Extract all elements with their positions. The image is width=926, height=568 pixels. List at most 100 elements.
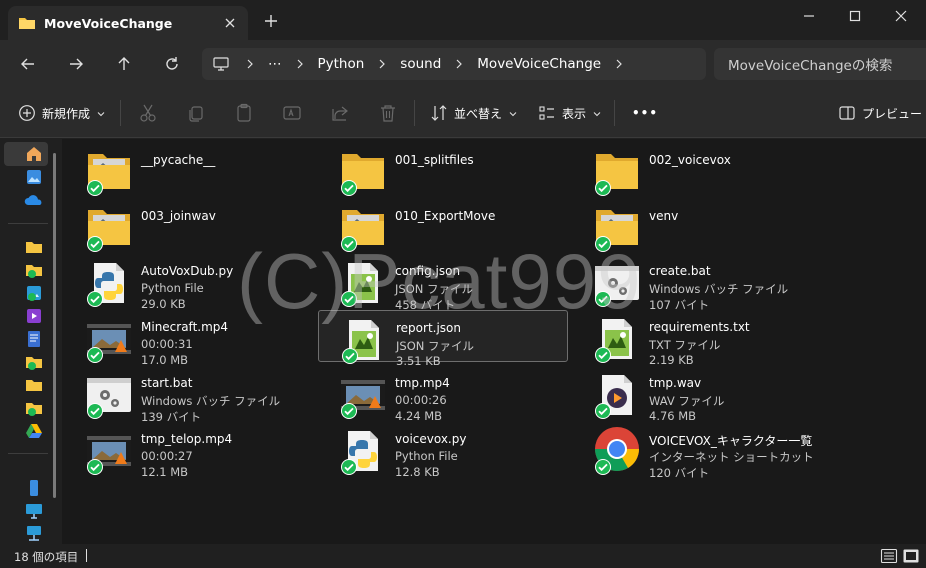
breadcrumb-overflow[interactable]: ⋯ <box>268 56 282 72</box>
file-size: 12.1 MB <box>141 465 189 479</box>
home-icon[interactable] <box>24 144 44 164</box>
title-bar: MoveVoiceChange <box>0 0 926 40</box>
sync-check-icon <box>340 290 358 308</box>
new-label: 新規作成 <box>42 106 91 121</box>
video-file-item[interactable]: Minecraft.mp4 00:00:31 17.0 MB <box>64 310 314 367</box>
command-divider <box>614 100 615 126</box>
view-list-icon <box>538 104 556 122</box>
folder-item[interactable]: 002_voicevox <box>572 143 822 196</box>
command-divider <box>414 100 415 126</box>
sync-check-icon <box>594 402 612 420</box>
file-size: 4.24 MB <box>395 409 443 423</box>
python-file-item[interactable]: voicevox.py Python File 12.8 KB <box>318 422 568 479</box>
file-name: 010_ExportMove <box>395 209 496 223</box>
tiles-view-icon[interactable] <box>902 547 920 565</box>
file-name: tmp_telop.mp4 <box>141 432 233 446</box>
sidebar-divider <box>8 223 48 224</box>
videos-icon[interactable] <box>24 306 44 326</box>
documents-icon[interactable] <box>24 329 44 349</box>
file-detail: Windows バッチ ファイル <box>141 394 281 408</box>
folder-thumb-item[interactable]: 010_ExportMove <box>318 199 568 253</box>
video-file-item[interactable]: tmp.mp4 00:00:26 4.24 MB <box>318 366 568 423</box>
json-file-item[interactable]: report.json JSON ファイル 3.51 KB <box>318 310 568 368</box>
minimize-icon[interactable] <box>786 0 832 32</box>
chrome-shortcut-item[interactable]: VOICEVOX_キャラクター一覧 インターネット ショートカット 120 バイト <box>572 422 822 480</box>
file-size: 4.76 MB <box>649 409 697 423</box>
text-file-item[interactable]: requirements.txt TXT ファイル 2.19 KB <box>572 310 822 367</box>
onedrive-cloud-icon[interactable] <box>24 190 44 210</box>
preview-label: プレビュー <box>862 106 923 121</box>
sync-check-icon <box>86 402 104 420</box>
preview-pane-icon <box>838 104 856 122</box>
file-detail: WAV ファイル <box>649 394 725 408</box>
plus-icon[interactable] <box>262 12 280 30</box>
search-input[interactable]: MoveVoiceChangeの検索 <box>714 48 926 80</box>
folder-thumb-item[interactable]: venv <box>572 199 822 252</box>
file-name: start.bat <box>141 376 193 390</box>
folder-item[interactable]: 001_splitfiles <box>318 143 568 196</box>
address-bar[interactable]: ⋯ Python sound MoveVoiceChange <box>202 48 706 80</box>
sync-check-icon <box>86 458 104 476</box>
file-name: __pycache__ <box>141 153 216 167</box>
sidebar-scrollbar[interactable] <box>53 153 56 498</box>
share-icon[interactable] <box>328 101 352 125</box>
sync-check-icon <box>594 458 612 476</box>
file-name: report.json <box>396 321 461 335</box>
file-size: 17.0 MB <box>141 353 189 367</box>
breadcrumb-sound[interactable]: sound <box>400 56 441 72</box>
pictures-icon[interactable] <box>24 283 44 303</box>
python-file-item[interactable]: AutoVoxDub.py Python File 29.0 KB <box>64 254 314 311</box>
refresh-icon[interactable] <box>160 52 184 76</box>
file-name: tmp.wav <box>649 376 702 390</box>
sync-check-icon <box>594 290 612 308</box>
copy-icon[interactable] <box>184 101 208 125</box>
folder-icon[interactable] <box>24 237 44 257</box>
forward-arrow-icon[interactable] <box>64 52 88 76</box>
audio-file-item[interactable]: tmp.wav WAV ファイル 4.76 MB <box>572 366 822 423</box>
sidebar-divider <box>8 453 48 454</box>
file-size: 2.19 KB <box>649 353 694 367</box>
details-view-icon[interactable] <box>880 547 898 565</box>
batch-file-item[interactable]: start.bat Windows バッチ ファイル 139 バイト <box>64 366 314 424</box>
json-file-item[interactable]: config.json JSON ファイル 458 バイト <box>318 254 568 312</box>
folder-thumb-item[interactable]: 003_joinwav <box>64 199 314 252</box>
folder-icon[interactable] <box>24 375 44 395</box>
folder-thumb-item[interactable]: __pycache__ <box>64 143 314 196</box>
preview-button[interactable]: プレビュー <box>838 101 922 125</box>
rename-icon[interactable] <box>280 101 304 125</box>
folder-check-icon[interactable] <box>24 260 44 280</box>
file-name: venv <box>649 209 679 223</box>
view-button[interactable]: 表示 <box>538 101 602 125</box>
new-button[interactable]: 新規作成 <box>18 101 106 125</box>
video-file-item[interactable]: tmp_telop.mp4 00:00:27 12.1 MB <box>64 422 314 479</box>
folder-icon <box>18 15 36 31</box>
paste-icon[interactable] <box>232 101 256 125</box>
chevron-down-icon <box>592 108 602 118</box>
folder-check-icon[interactable] <box>24 352 44 372</box>
google-drive-icon[interactable] <box>24 421 44 441</box>
sort-button[interactable]: 並べ替え <box>430 101 518 125</box>
tab-movevoicechange[interactable]: MoveVoiceChange <box>8 6 248 40</box>
phone-icon[interactable] <box>24 478 44 498</box>
network-icon[interactable] <box>24 524 44 544</box>
file-name: 001_splitfiles <box>395 153 474 167</box>
more-options-button[interactable]: ••• <box>632 101 658 125</box>
sync-check-icon <box>340 402 358 420</box>
close-icon[interactable] <box>222 15 238 31</box>
breadcrumb-movevoicechange[interactable]: MoveVoiceChange <box>477 56 601 72</box>
sync-check-icon <box>340 235 358 253</box>
cut-icon[interactable] <box>136 101 160 125</box>
delete-icon[interactable] <box>376 101 400 125</box>
breadcrumb-python[interactable]: Python <box>318 56 365 72</box>
gallery-icon[interactable] <box>24 167 44 187</box>
window-close-icon[interactable] <box>878 0 924 32</box>
file-size: 29.0 KB <box>141 297 186 311</box>
batch-file-item[interactable]: create.bat Windows バッチ ファイル 107 バイト <box>572 254 822 312</box>
up-arrow-icon[interactable] <box>112 52 136 76</box>
back-arrow-icon[interactable] <box>16 52 40 76</box>
file-name: VOICEVOX_キャラクター一覧 <box>649 434 813 448</box>
file-name: config.json <box>395 264 461 278</box>
this-pc-icon[interactable] <box>24 501 44 521</box>
maximize-icon[interactable] <box>832 0 878 32</box>
folder-check-icon[interactable] <box>24 398 44 418</box>
